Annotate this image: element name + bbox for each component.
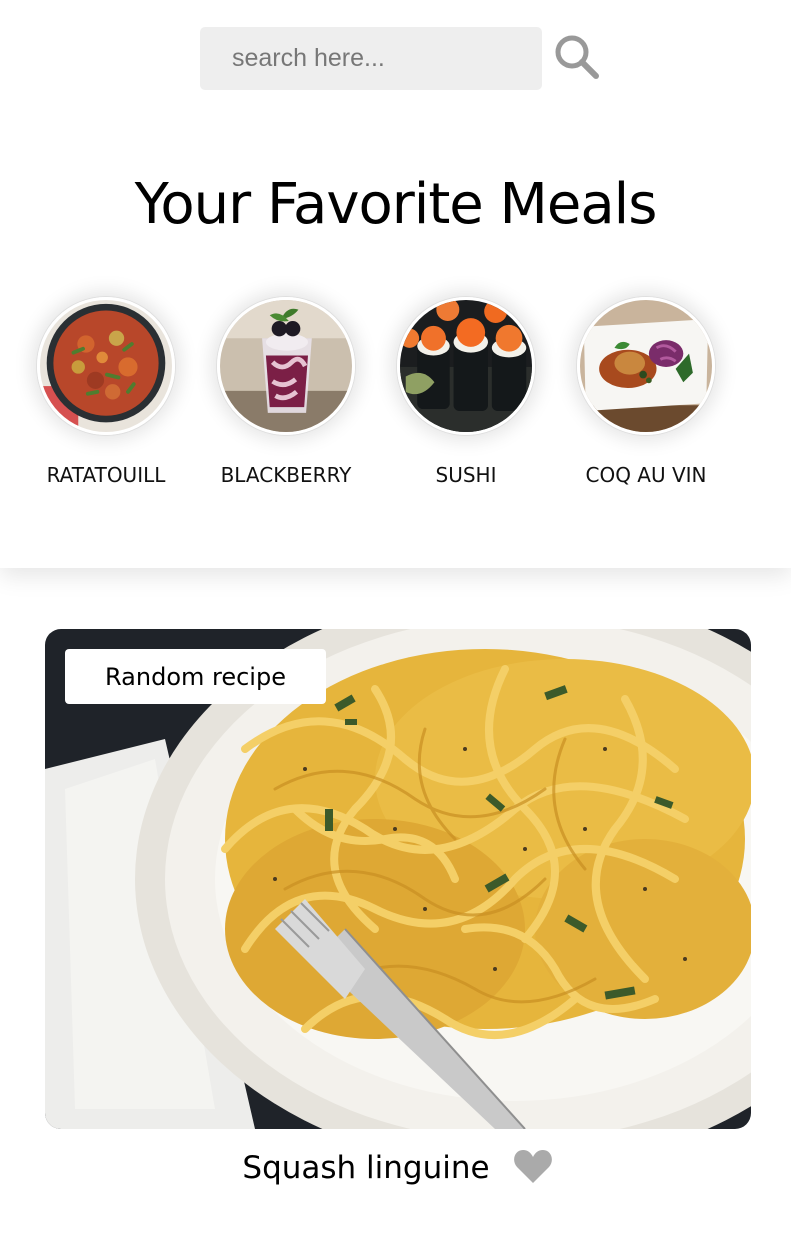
ratatouille-image	[37, 297, 175, 435]
favorite-meal-ratatouille[interactable]: RATATOUILL	[19, 297, 199, 497]
sushi-image	[397, 297, 535, 435]
random-recipe-tag: Random recipe	[65, 649, 326, 704]
coq-au-vin-image	[577, 297, 715, 435]
favorites-panel: Your Favorite Meals	[0, 0, 791, 568]
page-title: Your Favorite Meals	[134, 172, 658, 237]
recipe-name: Squash linguine	[242, 1150, 490, 1186]
recipe-image[interactable]	[45, 629, 751, 1129]
favorite-meal-label: BLACKBERRY	[220, 463, 352, 487]
favorite-meal-coq-au-vin[interactable]: COQ AU VIN	[559, 297, 739, 497]
search-icon	[552, 35, 602, 85]
favorite-meal-label: COQ AU VIN	[585, 463, 707, 487]
favorite-meal-label: RATATOUILL	[46, 463, 166, 487]
blackberry-image	[217, 297, 355, 435]
favorite-meals-list: RATATOUILL BLACKBERRY SUSHI COQ AU VIN	[0, 297, 791, 497]
favorite-meal-blackberry[interactable]: BLACKBERRY	[199, 297, 379, 497]
heart-icon	[513, 1149, 553, 1188]
favorite-meal-label: SUSHI	[435, 463, 497, 487]
search-button[interactable]	[550, 31, 604, 85]
recipe-footer: Squash linguine	[45, 1138, 751, 1198]
favorite-button[interactable]	[512, 1148, 554, 1188]
favorite-meal-sushi[interactable]: SUSHI	[379, 297, 559, 497]
search-input[interactable]	[200, 27, 542, 90]
